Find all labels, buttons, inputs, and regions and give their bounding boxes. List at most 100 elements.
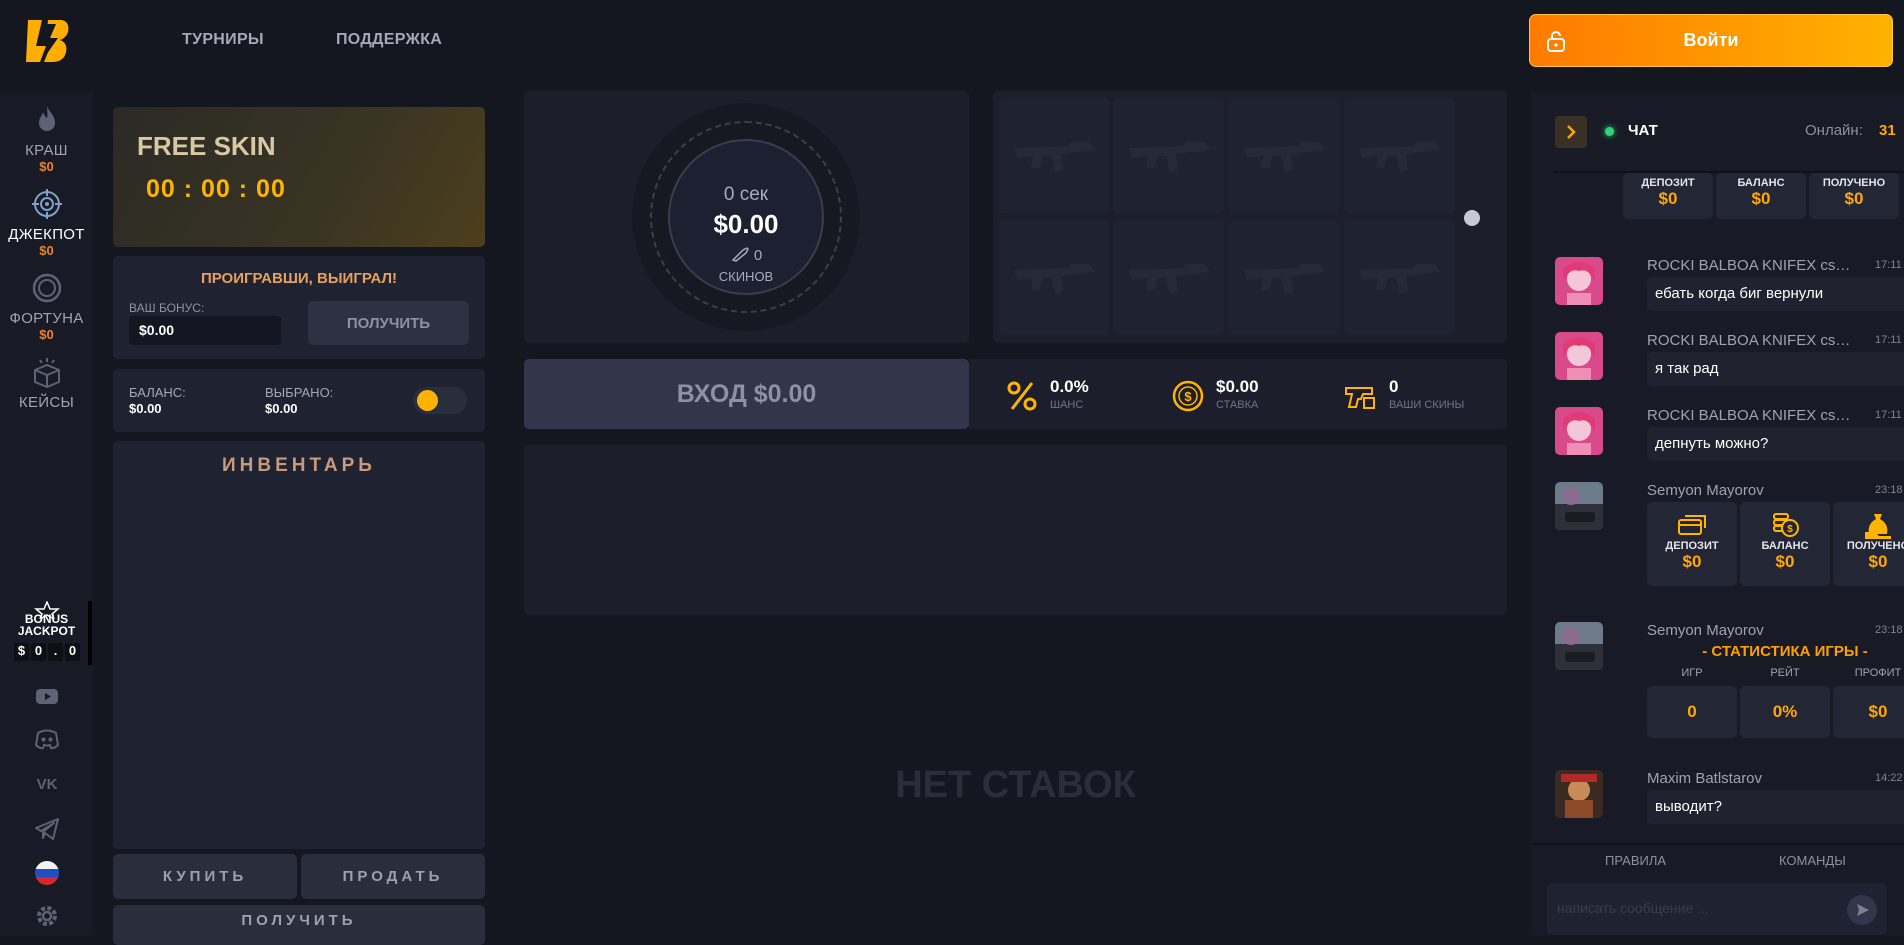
chat-timestamp: 23:18	[1875, 484, 1903, 496]
inventory-title: ИНВЕНТАРЬ	[222, 455, 376, 476]
nav-tournaments[interactable]: ТУРНИРЫ	[182, 31, 264, 49]
sidebar-item-label: ФОРТУНА	[9, 310, 84, 327]
nav-support[interactable]: ПОДДЕРЖКА	[336, 31, 442, 49]
withdraw-button[interactable]: ПОЛУЧИТЬ	[113, 905, 485, 945]
sidebar-item-fortune[interactable]: ФОРТУНА $0	[0, 272, 93, 342]
chat-message-text: я так рад	[1647, 352, 1904, 386]
chat-username[interactable]: Semyon Mayorov	[1647, 482, 1852, 499]
sidebar-item-cases[interactable]: КЕЙСЫ	[0, 356, 93, 411]
balance-label: БАЛАНС:	[129, 385, 186, 400]
avatar[interactable]	[1555, 407, 1603, 455]
skin-slot[interactable]	[1229, 98, 1339, 213]
chat-username[interactable]: ROCKI BALBOA KNIFEX csgo	[1647, 407, 1852, 424]
settings-gear-icon[interactable]	[32, 901, 62, 931]
vk-icon[interactable]: VK	[32, 769, 62, 799]
jackpot-divider	[88, 601, 92, 665]
telegram-icon[interactable]	[32, 814, 62, 844]
card-value: $0	[1658, 189, 1678, 208]
avatar[interactable]	[1555, 257, 1603, 305]
chat-title: ЧАТ	[1628, 122, 1658, 139]
avatar[interactable]	[1555, 770, 1603, 818]
svg-text:$: $	[1184, 389, 1192, 404]
chat-username[interactable]: Semyon Mayorov	[1647, 622, 1852, 639]
chat-panel: ЧАТ Онлайн: 31 ДЕПОЗИТ $0 БАЛАНС $0 ПОЛУЧЕ…	[1531, 91, 1904, 935]
fire-icon	[38, 106, 55, 131]
login-label: Войти	[1683, 30, 1739, 50]
chat-username[interactable]: ROCKI BALBOA KNIFEX csgo	[1647, 332, 1852, 349]
chevron-right-icon	[1567, 125, 1576, 139]
bonus-jackpot-line2: JACKPOT	[17, 624, 76, 638]
rifle-icon	[1014, 142, 1095, 172]
bonus-jackpot[interactable]: BONUS JACKPOT $ 0 . 0	[0, 601, 93, 665]
chat-message-input[interactable]: написать сообщение ...	[1547, 883, 1887, 935]
chat-timestamp: 17:11	[1875, 409, 1902, 421]
chat-timestamp: 17:11	[1875, 259, 1902, 271]
header: ТУРНИРЫ ПОДДЕРЖКА Войти	[0, 0, 1904, 82]
enter-jackpot-button[interactable]: ВХОД $0.00	[524, 359, 969, 429]
skin-slot[interactable]	[999, 220, 1109, 335]
case-icon	[33, 358, 60, 389]
avatar[interactable]	[1555, 482, 1603, 530]
card-value: $0	[1775, 552, 1795, 571]
chat-username[interactable]: ROCKI BALBOA KNIFEX csgo	[1647, 257, 1852, 274]
bonus-jackpot-counter: $ 0 . 0	[14, 643, 80, 661]
claim-bonus-button[interactable]: ПОЛУЧИТЬ	[308, 301, 469, 345]
money-bag-icon	[1865, 514, 1891, 539]
stat-chance-value: 0.0%	[1050, 377, 1089, 396]
skins-count-value: 0	[753, 247, 763, 264]
logo-icon[interactable]	[22, 16, 72, 66]
skin-slot[interactable]	[1344, 220, 1454, 335]
sell-button[interactable]: ПРОДАТЬ	[301, 854, 485, 899]
skin-slot[interactable]	[1114, 220, 1224, 335]
card-value: $0	[1682, 552, 1702, 571]
stat-bet: $ $0.00 СТАВКА	[1171, 359, 1311, 429]
counter-digit: .	[48, 643, 63, 661]
rifle-icon	[1014, 264, 1095, 294]
discord-icon[interactable]	[32, 724, 62, 754]
bonus-value: $0.00	[129, 316, 281, 345]
sidebar-item-crash[interactable]: КРАШ $0	[0, 104, 93, 174]
avatar[interactable]	[1555, 622, 1603, 670]
rules-link[interactable]: ПРАВИЛА	[1605, 853, 1666, 868]
bets-panel	[524, 445, 1507, 615]
buy-button[interactable]: КУПИТЬ	[113, 854, 297, 899]
sidebar-item-value: $0	[39, 159, 54, 174]
sidebar-item-label: КРАШ	[25, 142, 68, 159]
round-skins-count: 0	[632, 246, 860, 264]
skin-slot[interactable]	[1114, 98, 1224, 213]
stat-skins: 0 ВАШИ СКИНЫ	[1344, 359, 1504, 429]
skin-slot[interactable]	[1344, 98, 1454, 213]
youtube-icon[interactable]	[32, 681, 62, 711]
game-stats-value: 0%	[1772, 702, 1798, 721]
game-stats-label: ИГР	[1681, 667, 1703, 679]
sidebar-item-label: КЕЙСЫ	[18, 394, 75, 411]
send-button[interactable]	[1847, 895, 1877, 925]
online-label: Онлайн:	[1805, 122, 1863, 139]
game-stats-cell: 0	[1647, 686, 1737, 738]
sidebar-item-value: $0	[39, 327, 54, 342]
free-skin-panel[interactable]: FREE SKIN 00 : 00 : 00	[113, 107, 485, 247]
skin-icon	[731, 247, 749, 262]
sidebar-item-jackpot[interactable]: ДЖЕКПОТ $0	[0, 188, 93, 258]
round-skins-label: СКИНОВ	[718, 269, 774, 284]
chat-message: ROCKI BALBOA KNIFEX csgo 17:11 депнуть м…	[1555, 407, 1904, 467]
stat-chance-label: ШАНС	[1050, 399, 1084, 411]
selected-label: ВЫБРАНО:	[265, 385, 334, 400]
chat-message-text: депнуть можно?	[1647, 427, 1904, 461]
card-label: БАЛАНС	[1761, 540, 1809, 552]
skin-slot[interactable]	[1229, 220, 1339, 335]
scroll-indicator-dot[interactable]	[1464, 210, 1480, 226]
free-skin-title: FREE SKIN	[137, 131, 276, 161]
select-all-toggle[interactable]	[413, 387, 467, 414]
card-value: $0	[1868, 552, 1888, 571]
jackpot-wheel: 0 сек $0.00 0 СКИНОВ	[632, 103, 860, 331]
percent-icon	[1007, 381, 1037, 411]
avatar[interactable]	[1555, 332, 1603, 380]
skin-slot[interactable]	[999, 98, 1109, 213]
commands-link[interactable]: КОМАНДЫ	[1779, 853, 1846, 868]
login-button[interactable]: Войти	[1529, 14, 1893, 67]
chat-username[interactable]: Maxim Batlstarov	[1647, 770, 1852, 787]
sidebar: КРАШ $0 ДЖЕКПОТ $0 ФОРТУНА $0 КЕЙСЫ BONU…	[0, 91, 93, 935]
flag-ru-icon[interactable]	[32, 858, 62, 888]
collapse-chat-button[interactable]	[1555, 116, 1587, 148]
